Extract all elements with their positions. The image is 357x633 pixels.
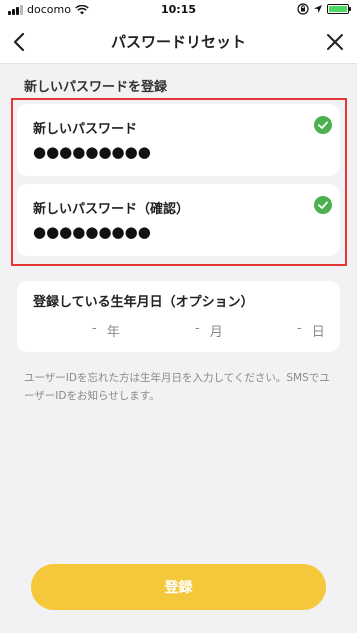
close-icon[interactable] — [321, 28, 349, 56]
birth-date-row: - 年 - 月 - 日 — [17, 321, 340, 341]
confirm-password-value[interactable]: ●●●●●●●●● — [33, 223, 151, 241]
birth-day-unit: 日 — [311, 325, 325, 340]
new-password-value[interactable]: ●●●●●●●●● — [33, 143, 151, 161]
section-title: 新しいパスワードを登録 — [24, 80, 168, 95]
birth-date-card: 登録している生年月日（オプション） - 年 - 月 - 日 — [17, 281, 340, 352]
birth-year-value: - — [92, 321, 97, 336]
birth-day-value: - — [297, 321, 302, 336]
status-bar: docomo 10:15 — [0, 0, 357, 20]
nav-bar: パスワードリセット — [0, 20, 357, 64]
check-circle-icon — [314, 116, 332, 134]
help-text: ユーザーIDを忘れた方は生年月日を入力してください。SMSでユーザーIDをお知ら… — [24, 372, 330, 402]
birth-date-label: 登録している生年月日（オプション） — [33, 295, 254, 310]
birth-month-select[interactable]: - 月 — [195, 321, 223, 340]
page-title: パスワードリセット — [110, 33, 246, 51]
status-right — [297, 3, 351, 15]
new-password-field[interactable]: 新しいパスワード ●●●●●●●●● — [17, 104, 340, 176]
new-password-label: 新しいパスワード — [33, 122, 138, 137]
birth-month-value: - — [195, 321, 200, 336]
orientation-lock-icon — [297, 3, 309, 15]
birth-month-unit: 月 — [209, 325, 223, 340]
check-circle-icon — [314, 196, 332, 214]
birth-year-unit: 年 — [106, 325, 120, 340]
register-button[interactable]: 登録 — [31, 564, 326, 610]
birth-year-select[interactable]: - 年 — [92, 321, 120, 340]
birth-day-select[interactable]: - 日 — [297, 321, 325, 340]
confirm-password-label: 新しいパスワード（確認） — [33, 202, 190, 217]
confirm-password-field[interactable]: 新しいパスワード（確認） ●●●●●●●●● — [17, 184, 340, 256]
battery-charging-icon — [327, 4, 351, 14]
location-icon — [314, 5, 322, 13]
